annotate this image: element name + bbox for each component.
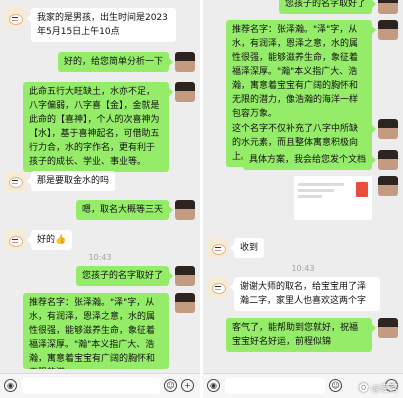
message-bubble[interactable]: 好的，给您简单分析一下 (57, 52, 174, 72)
emoji-icon[interactable]: ☺ (164, 379, 177, 392)
message-bubble[interactable]: 推荐名字：张泽瀚。"泽"字，从水，有润泽，恩泽之意，水的属性很强，能够滋养生命，… (23, 293, 169, 369)
avatar-person-icon[interactable] (175, 52, 195, 72)
message-row: 推荐名字：张泽瀚。"泽"字，从水，有润泽，恩泽之意，水的属性很强，能够滋养生命，… (23, 293, 195, 369)
avatar-cat-icon[interactable] (5, 171, 25, 191)
avatar-person-icon[interactable] (378, 20, 398, 40)
timestamp: 10:43 (88, 253, 112, 262)
message-input[interactable] (22, 378, 160, 394)
message-row: 好的，给您简单分析一下 (57, 52, 195, 72)
message-bubble[interactable]: 谢谢大师的取名，给宝宝用了泽瀚二字，家里人也喜欢这两个字 (230, 277, 380, 311)
chat-panel-left: 我家的是男孩，出生时间是2023年5月15日上午10点 好的，给您简单分析一下 … (0, 0, 200, 398)
message-row: 此命五行大旺缺土，水亦不足，八字偏弱，八字喜【金】，金就是此命的【喜神】，个人的… (23, 82, 195, 172)
message-row: 那是要取金水的吗 (5, 171, 116, 191)
emoji-icon[interactable]: ☺ (329, 379, 342, 392)
avatar-person-icon[interactable] (378, 150, 398, 170)
message-row (294, 176, 398, 220)
message-row: 推荐名字：张泽瀚。"泽"字，从水，有润泽，恩泽之意，水的属性很强，能够滋养生命，… (226, 20, 398, 124)
message-row: 我家的是男孩，出生时间是2023年5月15日上午10点 (5, 8, 176, 42)
message-row: 您孩子的名字取好了 (278, 0, 398, 14)
message-bubble[interactable]: 具体方案，我会给您发个文档 (242, 150, 377, 170)
message-bubble[interactable]: 客气了，能帮助到您就好，祝福宝宝好名好运，前程似锦 (226, 318, 376, 352)
voice-icon[interactable]: ◉ (4, 379, 17, 392)
message-bubble[interactable]: 我家的是男孩，出生时间是2023年5月15日上午10点 (27, 8, 176, 42)
message-row: 嗯，取名大概等三天 (75, 200, 195, 220)
message-bubble[interactable]: 那是要取金水的吗 (26, 171, 116, 191)
message-input[interactable] (225, 378, 325, 394)
avatar-cat-icon[interactable] (5, 230, 25, 250)
message-row: 谢谢大师的取名，给宝宝用了泽瀚二字，家里人也喜欢这两个字 (208, 277, 380, 311)
message-row: 客气了，能帮助到您就好，祝福宝宝好名好运，前程似锦 (226, 318, 398, 352)
watermark: 🅞 @连营 (359, 384, 398, 394)
message-row: 好的👍 (5, 230, 73, 250)
avatar-person-icon[interactable] (378, 176, 398, 196)
avatar-person-icon[interactable] (175, 266, 195, 286)
file-title-line (298, 183, 344, 186)
message-bubble[interactable]: 收到 (229, 238, 265, 258)
message-bubble[interactable]: 您孩子的名字取好了 (278, 0, 377, 14)
avatar-person-icon[interactable] (175, 82, 195, 102)
message-bubble[interactable]: 好的👍 (26, 230, 73, 250)
plus-icon[interactable]: + (181, 379, 194, 392)
voice-icon[interactable]: ◉ (207, 379, 220, 392)
message-row: 您孩子的名字取好了 (75, 266, 195, 286)
timestamp: 10:43 (291, 264, 315, 273)
avatar-person-icon[interactable] (175, 200, 195, 220)
file-attachment[interactable] (294, 176, 372, 220)
avatar-cat-icon[interactable] (208, 238, 228, 258)
avatar-person-icon[interactable] (378, 119, 398, 139)
avatar-person-icon[interactable] (378, 318, 398, 338)
file-size-line (298, 195, 322, 198)
avatar-person-icon[interactable] (378, 0, 398, 14)
file-title-line (298, 189, 334, 192)
avatar-person-icon[interactable] (175, 293, 195, 313)
input-bar: ◉ ☺ + (0, 373, 200, 398)
avatar-cat-icon[interactable] (5, 8, 25, 28)
message-bubble[interactable]: 此命五行大旺缺土，水亦不足，八字偏弱，八字喜【金】，金就是此命的【喜神】，个人的… (23, 82, 173, 172)
message-bubble[interactable]: 嗯，取名大概等三天 (75, 200, 174, 220)
avatar-cat-icon[interactable] (208, 277, 228, 297)
message-bubble[interactable]: 您孩子的名字取好了 (75, 266, 174, 286)
message-bubble[interactable]: 推荐名字：张泽瀚。"泽"字，从水，有润泽，恩泽之意，水的属性很强，能够滋养生命，… (226, 20, 376, 124)
message-row: 收到 (208, 238, 265, 258)
message-row: 具体方案，我会给您发个文档 (242, 150, 398, 170)
chat-panel-right: 您孩子的名字取好了 推荐名字：张泽瀚。"泽"字，从水，有润泽，恩泽之意，水的属性… (203, 0, 403, 398)
pdf-file-icon (356, 182, 368, 197)
